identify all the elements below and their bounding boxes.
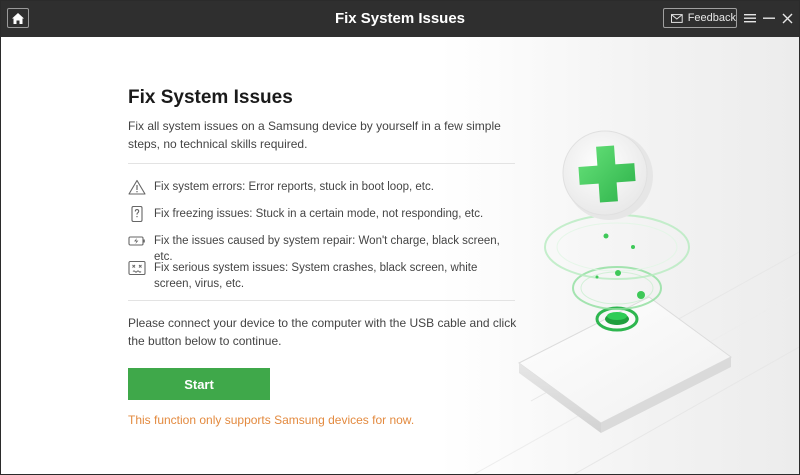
menu-button[interactable]	[742, 9, 758, 27]
feedback-button[interactable]: Feedback	[663, 8, 737, 28]
home-button[interactable]	[7, 8, 29, 28]
feature-item-freezing: Fix freezing issues: Stuck in a certain …	[128, 206, 518, 222]
menu-icon	[744, 14, 756, 23]
feedback-label: Feedback	[687, 12, 736, 24]
connect-instructions: Please connect your device to the comput…	[128, 316, 517, 348]
samsung-only-note: This function only supports Samsung devi…	[128, 413, 415, 427]
feature-item-serious-issues: Fix serious system issues: System crashe…	[128, 260, 518, 292]
phone-question-icon	[131, 206, 143, 222]
feature-item-system-errors: Fix system errors: Error reports, stuck …	[128, 179, 518, 195]
app-window: Fix System Issues Feedback Fix System Is…	[0, 0, 800, 475]
divider-top	[128, 163, 515, 164]
mail-icon	[671, 13, 683, 23]
home-icon	[12, 12, 24, 24]
title-bar: Fix System Issues Feedback	[1, 1, 799, 37]
close-button[interactable]	[779, 9, 795, 27]
crash-screen-icon	[128, 260, 146, 276]
battery-charge-icon	[128, 236, 145, 246]
minimize-icon	[763, 17, 775, 19]
feature-text: Fix freezing issues: Stuck in a certain …	[154, 208, 484, 220]
intro-text: Fix all system issues on a Samsung devic…	[128, 119, 501, 151]
phone-repair-illustration	[473, 130, 799, 474]
minimize-button[interactable]	[761, 9, 777, 27]
page-title: Fix System Issues	[128, 87, 293, 108]
feature-text: Fix system errors: Error reports, stuck …	[154, 181, 434, 193]
feature-text: Fix serious system issues: System crashe…	[154, 262, 478, 290]
start-button[interactable]: Start	[128, 368, 270, 400]
close-icon	[782, 13, 792, 23]
warning-icon	[128, 179, 146, 195]
divider-bottom	[128, 300, 515, 301]
